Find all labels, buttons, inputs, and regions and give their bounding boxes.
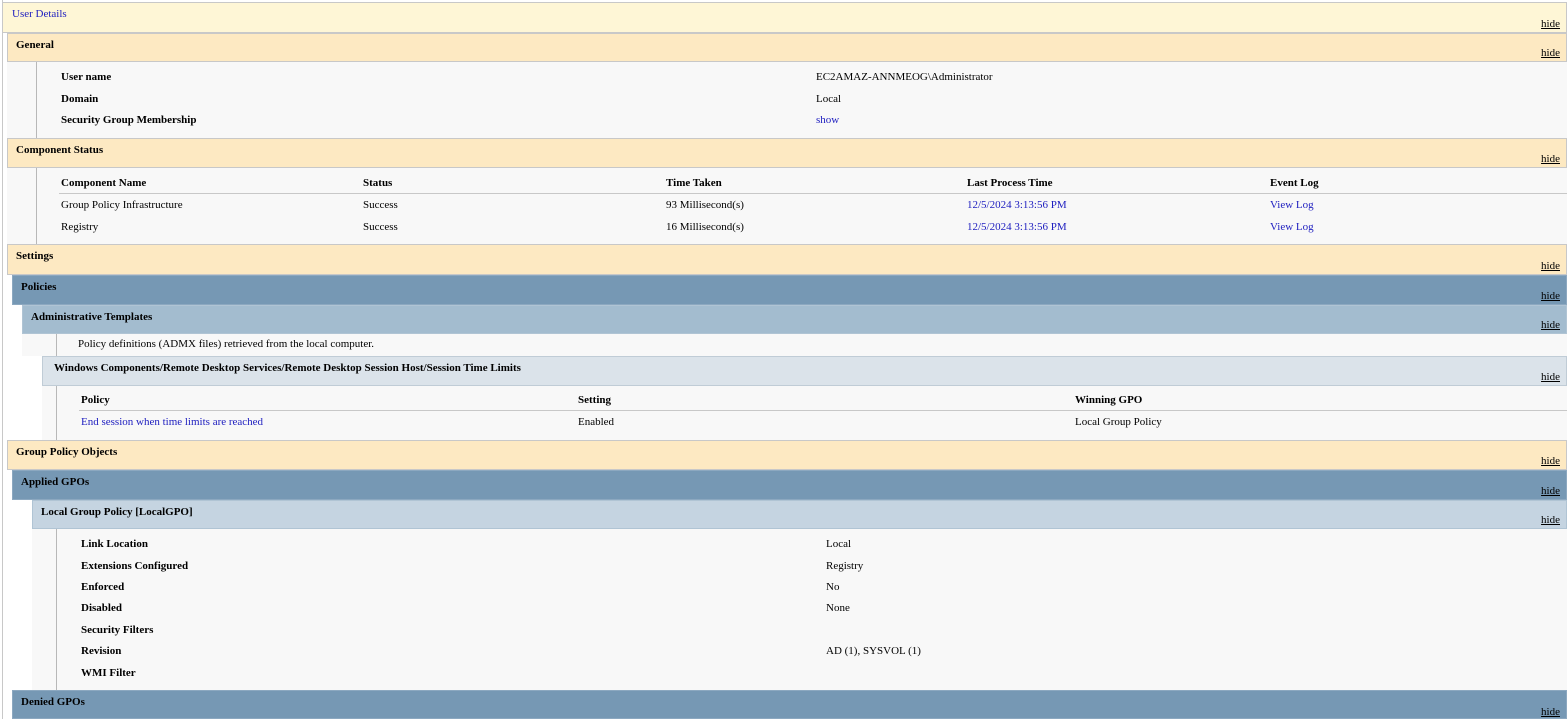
- col-last-process-time: Last Process Time: [967, 177, 1053, 189]
- session-time-limits-hide-link[interactable]: hide: [1541, 371, 1560, 383]
- component-status-header[interactable]: Component Status hide: [7, 138, 1567, 168]
- user-details-title[interactable]: User Details: [12, 8, 67, 20]
- gpo-label-enforced: Enforced: [81, 581, 125, 593]
- policy-end-session-link[interactable]: End session when time limits are reached: [81, 416, 263, 428]
- col-status: Status: [363, 177, 393, 189]
- denied-gpos-header[interactable]: Denied GPOs hide: [12, 690, 1567, 719]
- settings-title: Settings: [16, 250, 54, 262]
- general-title: General: [16, 39, 54, 51]
- gpo-header[interactable]: Group Policy Objects hide: [7, 440, 1567, 470]
- admin-templates-header[interactable]: Administrative Templates hide: [22, 305, 1567, 334]
- component-row-status: Success: [363, 221, 398, 233]
- settings-hide-link[interactable]: hide: [1541, 260, 1560, 272]
- policies-hide-link[interactable]: hide: [1541, 290, 1560, 302]
- denied-gpos-hide-link[interactable]: hide: [1541, 706, 1560, 718]
- gpo-hide-link[interactable]: hide: [1541, 455, 1560, 467]
- gpo-label-security-filters: Security Filters: [81, 624, 154, 636]
- general-value-user-name: EC2AMAZ-ANNMEOG\Administrator: [816, 71, 993, 83]
- col-time-taken: Time Taken: [666, 177, 722, 189]
- component-row-last-process-link[interactable]: 12/5/2024 3:13:56 PM: [967, 199, 1067, 211]
- general-label-security-group: Security Group Membership: [61, 114, 197, 126]
- gpo-title: Group Policy Objects: [16, 446, 118, 458]
- col-event-log: Event Log: [1270, 177, 1319, 189]
- admin-templates-title: Administrative Templates: [31, 311, 153, 323]
- general-label-user-name: User name: [61, 71, 112, 83]
- gpo-label-revision: Revision: [81, 645, 122, 657]
- user-details-header[interactable]: User Details hide: [2, 2, 1567, 33]
- admx-note: Policy definitions (ADMX files) retrieve…: [78, 338, 375, 350]
- component-status-hide-link[interactable]: hide: [1541, 153, 1560, 165]
- gpo-label-link-location: Link Location: [81, 538, 148, 550]
- policy-setting-value: Enabled: [578, 416, 615, 428]
- session-time-limits-title: Windows Components/Remote Desktop Servic…: [54, 362, 521, 374]
- component-row-name: Registry: [61, 221, 99, 233]
- page-left-border: [2, 0, 3, 719]
- applied-gpos-title: Applied GPOs: [21, 476, 90, 488]
- component-row-view-log-link[interactable]: View Log: [1270, 199, 1314, 211]
- general-label-domain: Domain: [61, 93, 99, 105]
- gpo-label-disabled: Disabled: [81, 602, 122, 614]
- gpo-label-wmi-filter: WMI Filter: [81, 667, 136, 679]
- policies-title: Policies: [21, 281, 57, 293]
- applied-gpos-hide-link[interactable]: hide: [1541, 485, 1560, 497]
- session-time-limits-header[interactable]: Windows Components/Remote Desktop Servic…: [42, 356, 1567, 386]
- denied-gpos-title: Denied GPOs: [21, 696, 85, 708]
- col-setting: Setting: [578, 394, 611, 406]
- local-gpo-hide-link[interactable]: hide: [1541, 514, 1560, 526]
- user-details-hide-link[interactable]: hide: [1541, 18, 1560, 30]
- security-group-show-link[interactable]: show: [816, 114, 839, 126]
- component-status-title: Component Status: [16, 144, 104, 156]
- local-gpo-header[interactable]: Local Group Policy [LocalGPO] hide: [32, 500, 1567, 529]
- component-row-view-log-link[interactable]: View Log: [1270, 221, 1314, 233]
- local-gpo-content: Link Location Local Extensions Configure…: [32, 529, 1567, 690]
- col-winning-gpo: Winning GPO: [1075, 394, 1143, 406]
- policies-header[interactable]: Policies hide: [12, 275, 1567, 305]
- general-content: User name EC2AMAZ-ANNMEOG\Administrator …: [7, 62, 1567, 138]
- gpo-value-link-location: Local: [826, 538, 852, 550]
- gpo-value-extensions: Registry: [826, 560, 864, 572]
- component-row-time: 93 Millisecond(s): [666, 199, 744, 211]
- general-header[interactable]: General hide: [7, 33, 1567, 62]
- policy-winning-gpo-value: Local Group Policy: [1075, 416, 1162, 428]
- local-gpo-title: Local Group Policy [LocalGPO]: [41, 506, 193, 518]
- component-row-last-process-link[interactable]: 12/5/2024 3:13:56 PM: [967, 221, 1067, 233]
- admin-templates-note-area: Policy definitions (ADMX files) retrieve…: [22, 334, 1567, 356]
- general-value-domain: Local: [816, 93, 842, 105]
- component-row-time: 16 Millisecond(s): [666, 221, 744, 233]
- gpo-label-extensions: Extensions Configured: [81, 560, 189, 572]
- admin-templates-hide-link[interactable]: hide: [1541, 319, 1560, 331]
- gpo-value-enforced: No: [826, 581, 840, 593]
- component-status-content: Component Name Status Time Taken Last Pr…: [7, 168, 1567, 244]
- settings-header[interactable]: Settings hide: [7, 244, 1567, 275]
- general-hide-link[interactable]: hide: [1541, 47, 1560, 59]
- applied-gpos-header[interactable]: Applied GPOs hide: [12, 470, 1567, 500]
- component-row-name: Group Policy Infrastructure: [61, 199, 183, 211]
- session-time-limits-content: Policy Setting Winning GPO End session w…: [42, 386, 1567, 440]
- gpo-value-disabled: None: [826, 602, 850, 614]
- col-policy: Policy: [81, 394, 110, 406]
- component-row-status: Success: [363, 199, 398, 211]
- gpo-value-revision: AD (1), SYSVOL (1): [826, 645, 921, 657]
- col-component-name: Component Name: [61, 177, 147, 189]
